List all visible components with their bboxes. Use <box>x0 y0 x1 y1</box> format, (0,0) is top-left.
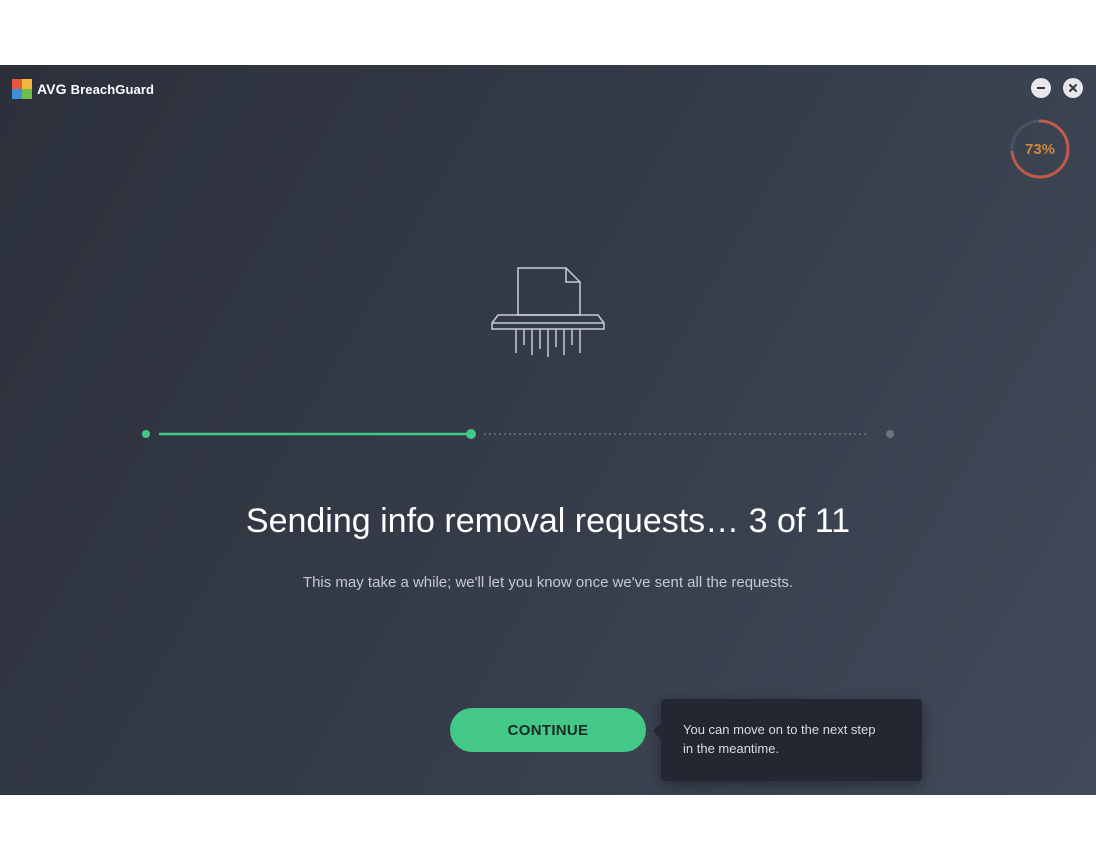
progress-step-3 <box>886 430 894 438</box>
close-button[interactable] <box>1063 78 1083 98</box>
tooltip-line-1: You can move on to the next step <box>683 722 876 737</box>
progress-step-2 <box>466 429 476 439</box>
step-progress-bar <box>140 425 900 445</box>
tooltip-arrow <box>653 723 661 739</box>
continue-tooltip: You can move on to the next step in the … <box>653 699 922 781</box>
avg-logo-icon <box>12 79 32 99</box>
app-window: AVG BreachGuard 73% Sending info removal… <box>0 65 1096 795</box>
minimize-button[interactable] <box>1031 78 1051 98</box>
progress-step-1 <box>142 430 150 438</box>
page-title: Sending info removal requests… 3 of 11 <box>245 502 851 540</box>
paper-shredder-icon <box>490 265 606 365</box>
minus-icon <box>1037 87 1045 89</box>
protection-score-gauge[interactable]: 73% <box>1008 117 1072 181</box>
tooltip-line-2: in the meantime. <box>683 741 780 756</box>
close-icon <box>1069 84 1077 92</box>
app-title: AVG BreachGuard <box>37 81 154 97</box>
app-brand: AVG BreachGuard <box>12 79 154 99</box>
brand-prefix: AVG <box>37 81 67 97</box>
score-value: 73% <box>1024 140 1056 158</box>
brand-name: BreachGuard <box>70 82 155 97</box>
continue-button[interactable]: CONTINUE <box>450 708 646 752</box>
page-subtitle: This may take a while; we'll let you kno… <box>302 574 794 591</box>
